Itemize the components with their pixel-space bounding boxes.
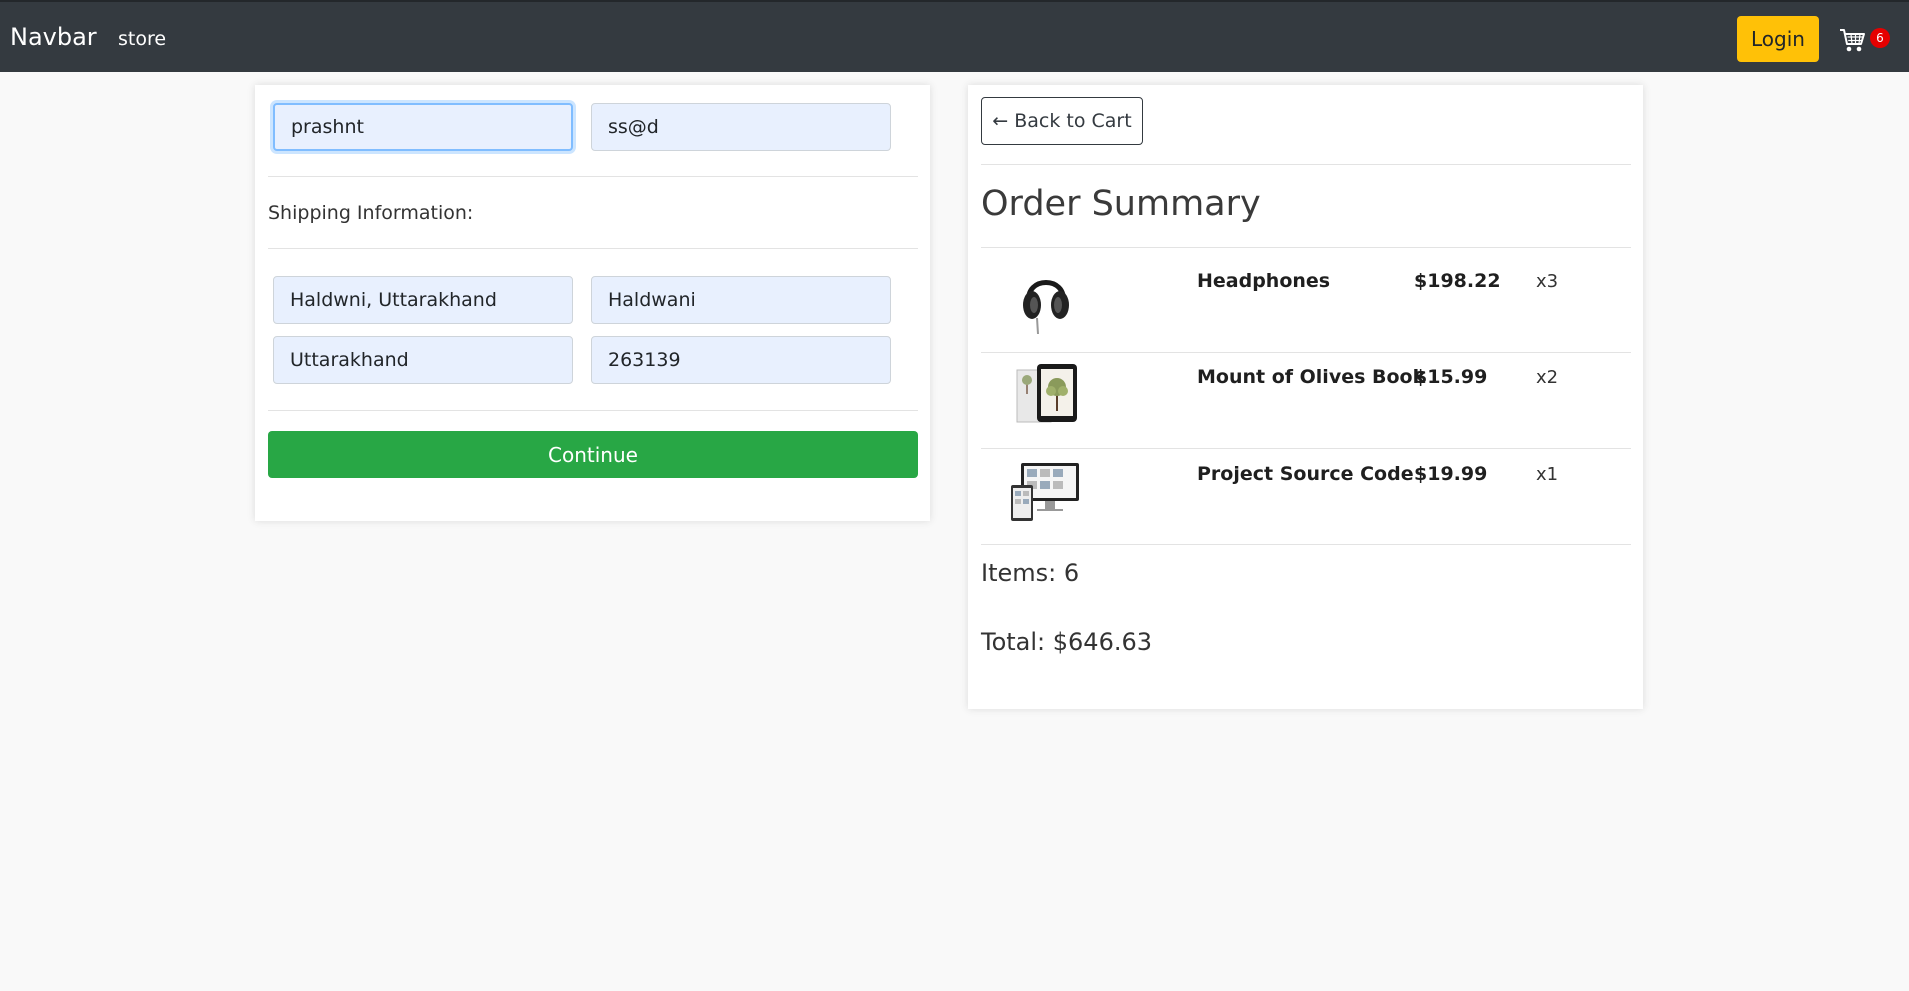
divider: [268, 176, 918, 177]
divider: [981, 164, 1631, 165]
source-code-devices-image: [1011, 463, 1079, 521]
name-field[interactable]: [273, 103, 573, 151]
divider: [981, 544, 1631, 545]
address-field[interactable]: [273, 276, 573, 324]
navbar-brand[interactable]: Navbar: [10, 23, 97, 51]
checkout-form-card: Shipping Information: Continue: [255, 85, 930, 521]
state-field[interactable]: [273, 336, 573, 384]
item-price: $19.99: [1414, 463, 1488, 485]
book-tablet-image: [1016, 364, 1077, 423]
continue-button[interactable]: Continue: [268, 431, 918, 478]
zipcode-field[interactable]: [591, 336, 891, 384]
order-summary-card: ← Back to Cart Order Summary Headphones …: [968, 85, 1643, 709]
item-price: $15.99: [1414, 366, 1488, 388]
headphones-image: [1023, 280, 1069, 335]
cart-count-badge: 6: [1870, 28, 1890, 48]
city-field[interactable]: [591, 276, 891, 324]
item-name: Mount of Olives Book: [1197, 366, 1426, 388]
back-to-cart-button[interactable]: ← Back to Cart: [981, 97, 1143, 145]
order-item: Project Source Code $19.99 x1: [981, 441, 1631, 537]
item-name: Headphones: [1197, 270, 1331, 292]
cart-button[interactable]: 6: [1838, 24, 1894, 60]
order-item: Mount of Olives Book $15.99 x2: [981, 344, 1631, 440]
item-name: Project Source Code: [1197, 463, 1414, 485]
order-item: Headphones $198.22 x3: [981, 248, 1631, 344]
shipping-info-label: Shipping Information:: [268, 202, 474, 224]
navbar: Navbar store Login 6: [0, 0, 1909, 72]
order-total: Total: $646.63: [981, 628, 1153, 656]
cart-icon: [1840, 29, 1865, 52]
order-summary-title: Order Summary: [981, 184, 1261, 224]
login-button[interactable]: Login: [1737, 16, 1819, 62]
divider: [268, 410, 918, 411]
item-quantity: x3: [1536, 271, 1559, 292]
nav-link-store[interactable]: store: [118, 28, 166, 50]
items-count: Items: 6: [981, 559, 1080, 587]
item-quantity: x1: [1536, 464, 1559, 485]
email-field[interactable]: [591, 103, 891, 151]
item-price: $198.22: [1414, 270, 1501, 292]
item-quantity: x2: [1536, 367, 1559, 388]
divider: [268, 248, 918, 249]
